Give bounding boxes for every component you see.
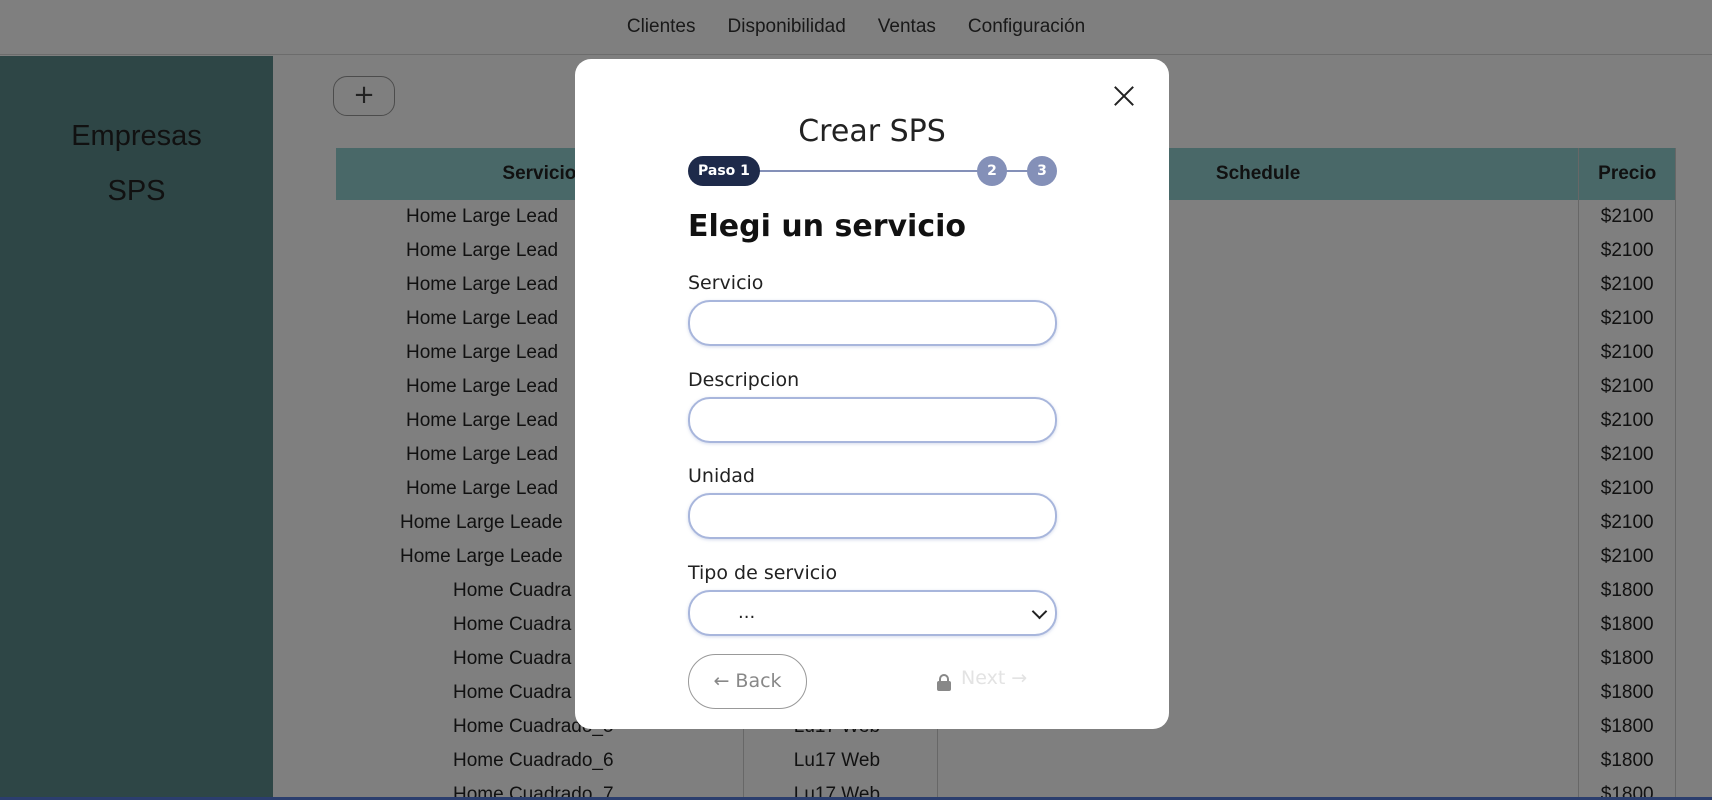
- create-sps-modal: Crear SPS Paso 1 2 3 Elegi un servicio S…: [575, 59, 1169, 729]
- step-1-active[interactable]: Paso 1: [688, 156, 760, 186]
- descripcion-label: Descripcion: [688, 369, 800, 391]
- modal-title: Crear SPS: [798, 114, 946, 149]
- back-button[interactable]: ← Back: [688, 654, 807, 709]
- section-heading: Elegi un servicio: [688, 209, 966, 244]
- step-2[interactable]: 2: [977, 156, 1007, 186]
- servicio-label: Servicio: [688, 272, 764, 294]
- close-icon[interactable]: [1108, 80, 1140, 112]
- tipo-servicio-select[interactable]: ...: [688, 590, 1057, 636]
- unidad-label: Unidad: [688, 465, 755, 487]
- lock-icon: [937, 674, 951, 691]
- tipo-servicio-label: Tipo de servicio: [688, 562, 838, 584]
- servicio-input[interactable]: [688, 300, 1057, 346]
- next-button[interactable]: Next →: [961, 667, 1027, 689]
- descripcion-input[interactable]: [688, 397, 1057, 443]
- unidad-input[interactable]: [688, 493, 1057, 539]
- stepper: Paso 1 2 3: [688, 155, 1057, 187]
- step-3[interactable]: 3: [1027, 156, 1057, 186]
